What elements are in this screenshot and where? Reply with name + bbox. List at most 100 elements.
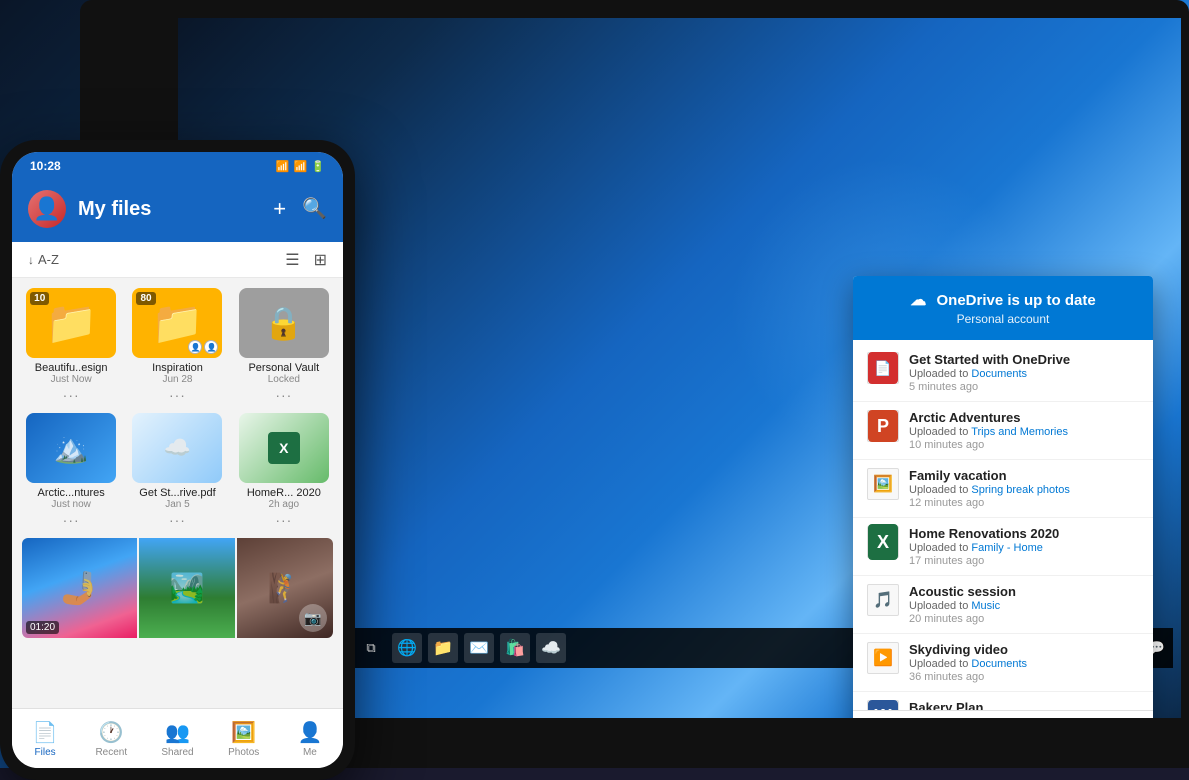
recent-nav-icon: 🕐 [99,720,124,745]
file-menu-inspiration[interactable]: ··· [169,387,186,403]
photo-portrait[interactable]: 🧗 📷 [237,538,333,638]
od-item-7[interactable]: W Bakery Plan Uploaded to Work Files 38 … [853,692,1153,710]
od-item-icon-2: P [867,410,899,442]
onedrive-popup: ☁ OneDrive is up to date Personal accoun… [853,276,1153,718]
search-icon[interactable]: 🔍 [302,196,327,222]
more-button[interactable]: ··· More [1053,717,1153,718]
file-menu-onedrive[interactable]: ··· [169,512,186,528]
user-avatar[interactable]: 👤 [28,190,66,228]
file-name-arctic: Arctic...ntures [38,487,105,499]
excel-thumb-icon: X [268,432,300,464]
edge-icon[interactable]: 🌐 [392,633,422,663]
od-item-desc-4: Uploaded to Family - Home [909,542,1139,554]
phone-file-content: 📁 10 Beautifu..esign Just Now ··· 📁 80 👤 [12,278,343,708]
od-item-name-4: Home Renovations 2020 [909,526,1139,541]
file-name-vault: Personal Vault [248,362,319,374]
file-menu-homer[interactable]: ··· [275,512,292,528]
onedrive-status-title: ☁ OneDrive is up to date [869,290,1137,310]
file-item-onedrive-pdf[interactable]: ☁️ Get St...rive.pdf Jan 5 ··· [128,413,226,528]
file-name-inspiration: Inspiration [152,362,203,374]
explorer-icon[interactable]: 📁 [428,633,458,663]
add-file-icon[interactable]: + [273,196,286,222]
file-date-homer: 2h ago [269,499,300,510]
list-view-icon[interactable]: ☰ [285,250,299,270]
excel-file-icon: X [868,524,898,560]
nav-item-files[interactable]: 📄 Files [12,714,78,764]
od-item-3[interactable]: 🖼️ Family vacation Uploaded to Spring br… [853,460,1153,518]
od-item-time-2: 10 minutes ago [909,439,1139,451]
photos-nav-icon: 🖼️ [231,720,256,745]
sort-label[interactable]: A-Z [38,252,59,267]
file-thumb-onedrive: ☁️ [132,413,222,483]
od-item-icon-6: ▶️ [867,642,899,674]
phone-status-icons: 📶 📶 🔋 [276,160,325,173]
shared-nav-label: Shared [161,747,193,758]
word-file-icon: W [868,700,898,710]
file-item-arctic[interactable]: 🏔️ Arctic...ntures Just now ··· [22,413,120,528]
file-badge-inspiration: 80 [136,292,155,305]
me-nav-label: Me [303,747,317,758]
camera-button[interactable]: 📷 [299,604,327,632]
od-item-desc-1: Uploaded to Documents [909,368,1139,380]
grid-view-icon[interactable]: ⊞ [314,250,327,270]
od-item-info-5: Acoustic session Uploaded to Music 20 mi… [909,584,1139,625]
od-item-icon-4: X [867,526,899,558]
pdf-file-icon: 📄 [868,352,898,384]
od-item-link-3[interactable]: Spring break photos [971,484,1069,496]
file-date-arctic: Just now [51,499,90,510]
od-item-link-4[interactable]: Family - Home [971,542,1043,554]
od-item-4[interactable]: X Home Renovations 2020 Uploaded to Fami… [853,518,1153,576]
nav-item-me[interactable]: 👤 Me [277,714,343,764]
photo-strip[interactable]: 🤳 01:20 🏞️ 🧗 📷 [22,538,333,638]
sort-left: ↓ A-Z [28,252,59,267]
files-nav-label: Files [35,747,56,758]
od-item-info-7: Bakery Plan Uploaded to Work Files 38 mi… [909,700,1139,710]
od-item-time-4: 17 minutes ago [909,555,1139,567]
od-item-2[interactable]: P Arctic Adventures Uploaded to Trips an… [853,402,1153,460]
nav-item-shared[interactable]: 👥 Shared [144,714,210,764]
ppt-file-icon: P [868,410,898,442]
onedrive-taskbar-icon[interactable]: ☁️ [536,633,566,663]
vault-icon: 🔒 [264,304,304,342]
sort-right: ☰ ⊞ [285,250,327,270]
od-item-5[interactable]: 🎵 Acoustic session Uploaded to Music 20 … [853,576,1153,634]
nav-item-photos[interactable]: 🖼️ Photos [211,714,277,764]
od-item-6[interactable]: ▶️ Skydiving video Uploaded to Documents… [853,634,1153,692]
phone-time: 10:28 [30,159,61,173]
photo-time-label: 01:20 [26,621,59,634]
nav-item-recent[interactable]: 🕐 Recent [78,714,144,764]
file-thumb-homer: X [239,413,329,483]
od-item-link-1[interactable]: Documents [971,368,1027,380]
onedrive-header: ☁ OneDrive is up to date Personal accoun… [853,276,1153,340]
phone-header-action-icons: + 🔍 [273,196,327,222]
od-item-link-2[interactable]: Trips and Memories [971,426,1068,438]
task-view-icon[interactable]: ⧉ [356,633,386,663]
file-thumb-design: 📁 10 [26,288,116,358]
photo-landscape[interactable]: 🏞️ [139,538,235,638]
file-item-design[interactable]: 📁 10 Beautifu..esign Just Now ··· [22,288,120,403]
file-date-inspiration: Jun 28 [162,374,192,385]
file-item-inspiration[interactable]: 📁 80 👤 👤 Inspiration Jun 28 ··· [128,288,226,403]
file-grid-row1: 📁 10 Beautifu..esign Just Now ··· 📁 80 👤 [22,288,333,403]
store-icon[interactable]: 🛍️ [500,633,530,663]
od-item-info-6: Skydiving video Uploaded to Documents 36… [909,642,1139,683]
od-item-1[interactable]: 📄 Get Started with OneDrive Uploaded to … [853,344,1153,402]
mail-icon[interactable]: ✉️ [464,633,494,663]
od-item-link-6[interactable]: Documents [971,658,1027,670]
od-item-time-5: 20 minutes ago [909,613,1139,625]
od-item-icon-7: W [867,700,899,710]
file-item-vault[interactable]: 🔒 Personal Vault Locked ··· [235,288,333,403]
od-item-desc-5: Uploaded to Music [909,600,1139,612]
file-menu-arctic[interactable]: ··· [63,512,80,528]
file-menu-design[interactable]: ··· [63,387,80,403]
file-thumb-inspiration: 📁 80 👤 👤 [132,288,222,358]
od-item-desc-2: Uploaded to Trips and Memories [909,426,1139,438]
od-item-info-2: Arctic Adventures Uploaded to Trips and … [909,410,1139,451]
file-menu-vault[interactable]: ··· [275,387,292,403]
file-item-homer[interactable]: X HomeR... 2020 2h ago ··· [235,413,333,528]
image-file-icon: 🖼️ [873,474,893,494]
od-item-time-6: 36 minutes ago [909,671,1139,683]
photo-selfie[interactable]: 🤳 01:20 [22,538,137,638]
od-item-link-5[interactable]: Music [971,600,1000,612]
onedrive-items-list: 📄 Get Started with OneDrive Uploaded to … [853,340,1153,710]
